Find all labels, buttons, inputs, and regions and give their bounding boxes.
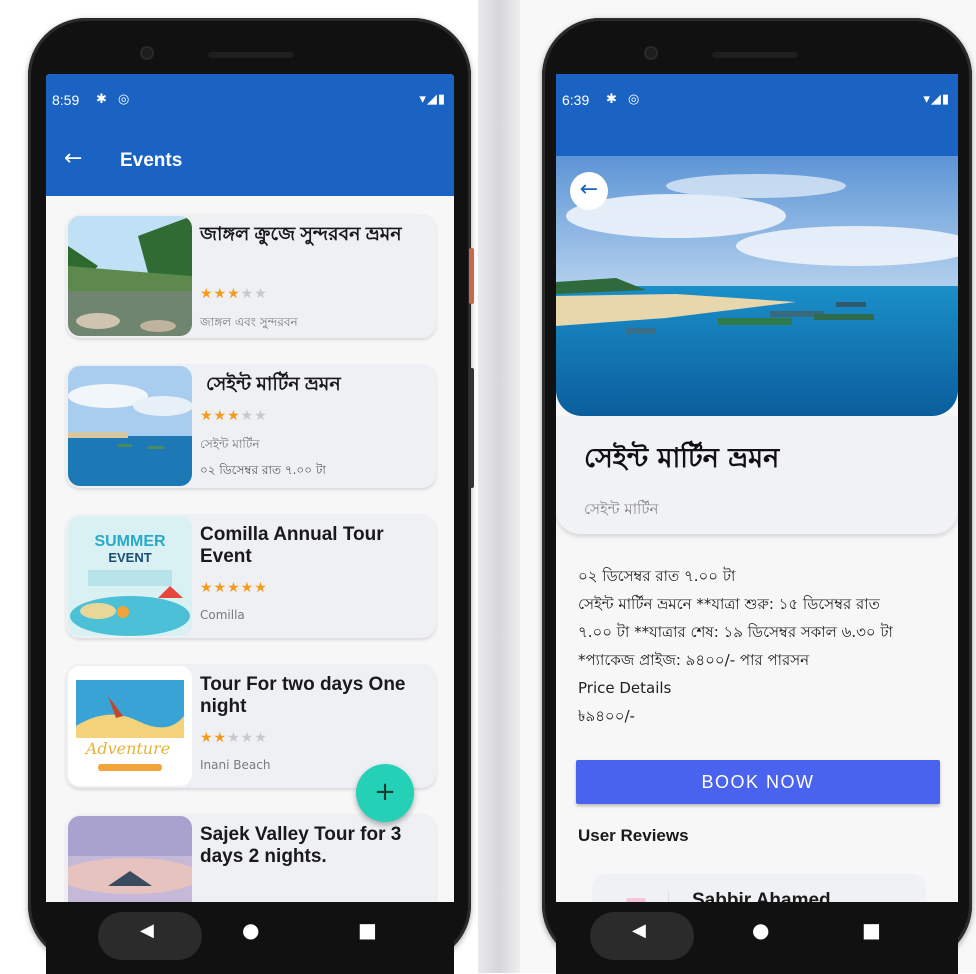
event-title: Tour For two days One night — [200, 674, 406, 717]
circle-home-icon[interactable]: ● — [242, 918, 259, 942]
event-date: ০২ ডিসেম্বর রাত ৭.০০ টা — [200, 463, 326, 477]
rating-stars: ★★★★★ — [200, 580, 268, 596]
event-location: Inani Beach — [200, 758, 271, 772]
rating-stars: ★★★★★ — [200, 730, 268, 746]
event-thumbnail — [68, 366, 192, 486]
description-line: ৳৯৪০০/- — [578, 707, 635, 725]
left-phone: 8:59 ✱ ◎ ▾◢▮ ← Events জাঙ্গল ক্রুজে সুন্… — [28, 18, 474, 974]
arrow-left-icon[interactable]: ← — [64, 146, 82, 171]
review-card: Sabbir Ahamed — [592, 874, 926, 902]
event-card[interactable]: Sajek Valley Tour for 3 days 2 nights. — [66, 814, 436, 902]
gear-icon: ✱ — [96, 91, 107, 106]
status-time: 8:59 — [52, 92, 80, 108]
status-right-icons: ▾◢▮ — [419, 91, 446, 106]
thumb-adventure-text: Adventure — [84, 739, 170, 758]
event-thumbnail: SUMMER EVENT — [68, 516, 192, 636]
event-description: ০২ ডিসেম্বর রাত ৭.০০ টা সেইন্ট মার্টিন ভ… — [578, 562, 948, 730]
square-recent-icon[interactable]: ■ — [862, 918, 881, 942]
reviews-heading: User Reviews — [578, 826, 689, 845]
event-title: Sajek Valley Tour for 3 days 2 nights. — [200, 824, 402, 867]
circle-home-icon[interactable]: ● — [752, 918, 769, 942]
event-thumbnail: Adventure — [68, 666, 192, 786]
event-title: জাঙ্গল ক্রুজে সুন্দরবন ভ্রমন — [200, 224, 402, 245]
reviewer-name: Sabbir Ahamed — [692, 890, 831, 902]
earpiece-speaker — [712, 52, 798, 58]
right-phone: 6:39 ✱ ◎ ▾◢▮ ← সেইন্ট মার্টিন ভ্রমন সেইন… — [542, 18, 972, 974]
event-card[interactable]: SUMMER EVENT Comilla Annual Tour Event ★… — [66, 514, 436, 638]
sync-icon: ◎ — [628, 91, 640, 106]
sync-icon: ◎ — [118, 91, 130, 106]
earpiece-speaker — [208, 52, 294, 58]
event-location: Comilla — [200, 608, 245, 622]
event-title: Comilla Annual Tour Event — [200, 524, 384, 567]
status-time: 6:39 — [562, 92, 590, 108]
event-location: সেইন্ট মার্টিন — [200, 437, 260, 451]
triangle-back-icon[interactable]: ◀ — [140, 920, 154, 941]
app-bar: ← Events — [46, 126, 454, 196]
square-recent-icon[interactable]: ■ — [358, 918, 377, 942]
arrow-left-icon[interactable]: ← — [570, 172, 608, 210]
status-bar: 6:39 ✱ ◎ ▾◢▮ — [556, 74, 958, 156]
add-event-button[interactable]: + — [356, 764, 414, 822]
triangle-back-icon[interactable]: ◀ — [632, 920, 646, 941]
avatar — [608, 892, 669, 902]
rating-stars: ★★★★★ — [200, 408, 268, 424]
event-location: জাঙ্গল এবং সুন্দরবন — [200, 315, 298, 329]
event-thumbnail — [68, 216, 192, 336]
bottom-nav: ◀ ● ■ — [46, 902, 454, 974]
event-thumbnail — [68, 816, 192, 902]
rating-stars: ★★★★★ — [200, 286, 268, 302]
description-line: ০২ ডিসেম্বর রাত ৭.০০ টা — [578, 567, 736, 585]
description-line: সেইন্ট মার্টিন ভ্রমনে **যাত্রা শুরু: ১৫ … — [578, 595, 880, 613]
divider-strip — [478, 0, 520, 973]
description-line: *প্যাকেজ প্রাইজ: ৯৪০০/- পার পারসন — [578, 651, 810, 669]
event-card[interactable]: জাঙ্গল ক্রুজে সুন্দরবন ভ্রমন ★★★★★ জাঙ্গ… — [66, 214, 436, 338]
event-card[interactable]: সেইন্ট মার্টিন ভ্রমন ★★★★★ সেইন্ট মার্টি… — [66, 364, 436, 488]
bottom-nav: ◀ ● ■ — [556, 902, 958, 974]
book-now-button[interactable]: BOOK NOW — [576, 760, 940, 804]
event-title: সেইন্ট মার্টিন ভ্রমন — [206, 374, 341, 395]
front-camera — [644, 46, 658, 60]
event-location: সেইন্ট মার্টিন — [584, 500, 659, 518]
description-line: ৭.০০ টা **যাত্রার শেষ: ১৯ ডিসেম্বর সকাল … — [578, 623, 893, 641]
status-bar: 8:59 ✱ ◎ ▾◢▮ — [46, 74, 454, 126]
event-title: সেইন্ট মার্টিন ভ্রমন — [584, 443, 780, 474]
description-line: Price Details — [578, 679, 672, 697]
page-title: Events — [120, 150, 183, 171]
status-right-icons: ▾◢▮ — [923, 91, 950, 106]
volume-button — [469, 368, 474, 488]
gear-icon: ✱ — [606, 91, 617, 106]
hero-image — [556, 156, 958, 416]
front-camera — [140, 46, 154, 60]
event-detail-screen: 6:39 ✱ ◎ ▾◢▮ ← সেইন্ট মার্টিন ভ্রমন সেইন… — [556, 74, 958, 902]
events-screen: 8:59 ✱ ◎ ▾◢▮ ← Events জাঙ্গল ক্রুজে সুন্… — [46, 74, 454, 902]
power-button — [469, 248, 474, 304]
thumb-summer-text: SUMMER — [94, 533, 166, 550]
thumb-event-text: EVENT — [108, 550, 151, 565]
